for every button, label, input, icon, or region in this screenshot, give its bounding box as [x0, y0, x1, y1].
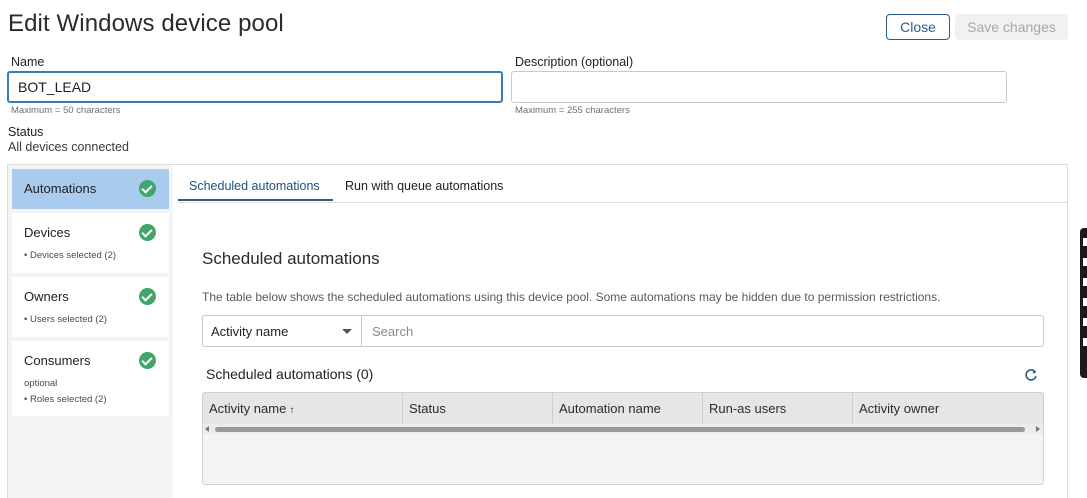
close-button[interactable]: Close [886, 14, 950, 40]
filter-select[interactable]: Activity name [202, 315, 361, 347]
status-label: Status [8, 125, 44, 139]
sidebar-item-owners[interactable]: Owners • Users selected (2) [12, 277, 169, 337]
sidebar: Automations Devices • Devices selected (… [8, 165, 173, 498]
sidebar-item-consumers[interactable]: Consumers optional • Roles selected (2) [12, 341, 169, 416]
page-title: Edit Windows device pool [8, 10, 284, 37]
column-header-run-as-users[interactable]: Run-as users [703, 393, 853, 424]
sidebar-item-label: Automations [24, 181, 97, 196]
sort-ascending-icon: ↑ [289, 405, 295, 416]
check-circle-icon [139, 180, 156, 197]
description-input[interactable] [511, 71, 1007, 103]
description-label: Description (optional) [515, 55, 634, 69]
sidebar-item-sub: • Roles selected (2) [24, 394, 107, 405]
search-input[interactable] [361, 315, 1044, 347]
check-circle-icon [139, 352, 156, 369]
section-title: Scheduled automations [202, 249, 380, 268]
active-tab-indicator [178, 199, 333, 201]
tab-scheduled-automations[interactable]: Scheduled automations [189, 179, 320, 193]
column-header-status[interactable]: Status [403, 393, 553, 424]
filter-select-value: Activity name [211, 324, 289, 339]
refresh-icon[interactable] [1023, 367, 1039, 383]
description-hint: Maximum = 255 characters [515, 105, 630, 116]
scroll-left-icon[interactable] [205, 426, 209, 432]
sidebar-item-sub: • Devices selected (2) [24, 250, 117, 261]
scheduled-automations-table: Activity name ↑ Status Automation name Ru… [202, 392, 1044, 485]
column-header-activity-name[interactable]: Activity name ↑ [203, 393, 403, 424]
sidebar-item-label: Consumers [24, 353, 91, 368]
main-panel: Automations Devices • Devices selected (… [7, 164, 1068, 498]
horizontal-scrollbar[interactable] [203, 424, 1043, 434]
tab-bar: Scheduled automations Run with queue aut… [178, 165, 1068, 203]
check-circle-icon [139, 224, 156, 241]
sidebar-item-optional: optional [24, 378, 58, 389]
sidebar-item-label: Devices [24, 225, 71, 240]
column-header-automation-name[interactable]: Automation name [553, 393, 703, 424]
table-title: Scheduled automations (0) [206, 366, 374, 382]
scrollbar-thumb[interactable] [215, 427, 1025, 432]
check-circle-icon [139, 288, 156, 305]
scroll-right-icon[interactable] [1036, 426, 1040, 432]
sidebar-item-sub: • Users selected (2) [24, 314, 108, 325]
name-label: Name [11, 55, 45, 69]
save-changes-button[interactable]: Save changes [955, 14, 1068, 40]
name-input[interactable] [7, 71, 503, 103]
column-header-activity-owner[interactable]: Activity owner [853, 393, 1043, 424]
sidebar-item-devices[interactable]: Devices • Devices selected (2) [12, 213, 169, 273]
chevron-down-icon [342, 329, 352, 334]
side-handle[interactable] [1080, 228, 1087, 378]
status-value: All devices connected [8, 140, 129, 154]
sidebar-item-automations[interactable]: Automations [12, 169, 169, 209]
section-description: The table below shows the scheduled auto… [202, 290, 941, 304]
tab-run-with-queue-automations[interactable]: Run with queue automations [345, 179, 503, 193]
table-header: Activity name ↑ Status Automation name Ru… [203, 393, 1043, 424]
name-hint: Maximum = 50 characters [11, 105, 121, 116]
sidebar-item-label: Owners [24, 289, 69, 304]
